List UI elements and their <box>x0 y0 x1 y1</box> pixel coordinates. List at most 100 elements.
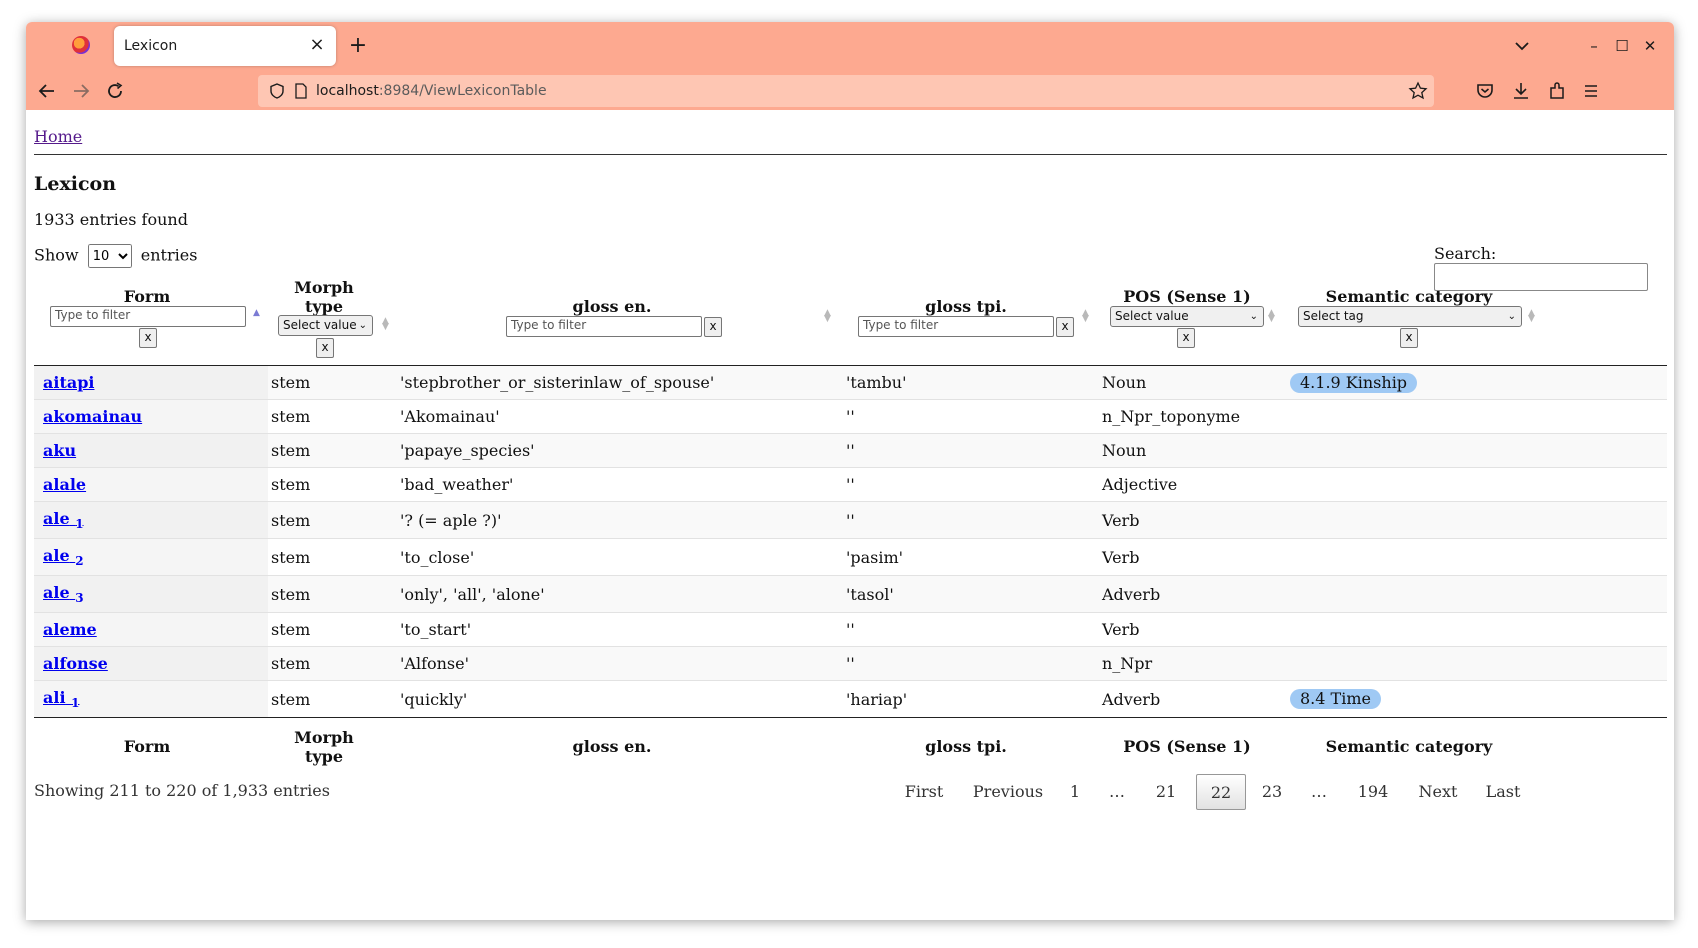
pos-sort-icon[interactable]: ▲ ▼ <box>1268 309 1275 324</box>
page-next-button[interactable]: Next <box>1410 774 1466 810</box>
tab-title: Lexicon <box>124 38 178 54</box>
form-link[interactable]: aleme <box>43 620 97 639</box>
footer-morph-type-line1: Morph <box>294 728 354 747</box>
tab-lexicon[interactable]: Lexicon × <box>114 26 336 66</box>
shield-icon[interactable] <box>268 82 286 100</box>
chevron-down-icon: ⌄ <box>1507 311 1516 322</box>
form-filter-input[interactable]: Type to filter <box>50 306 246 327</box>
form-link[interactable]: aku <box>43 441 76 460</box>
semantic-tag[interactable]: 4.1.9 Kinship <box>1290 372 1418 393</box>
form-text: ale <box>43 583 70 602</box>
cell-gloss-tpi: '' <box>846 475 855 494</box>
page-previous-button[interactable]: Previous <box>964 774 1052 810</box>
header-morph-type-line1: Morph <box>294 278 354 297</box>
new-tab-button[interactable]: + <box>344 32 372 60</box>
cell-gloss-en: '? (= aple ?)' <box>400 510 502 530</box>
form-text: ale <box>43 546 70 565</box>
pocket-icon[interactable] <box>1470 76 1500 106</box>
maximize-button[interactable]: ☐ <box>1610 34 1634 58</box>
page-1-button[interactable]: 1 <box>1060 774 1090 810</box>
page-last-button[interactable]: Last <box>1478 774 1528 810</box>
gloss-en-filter-input[interactable]: Type to filter <box>506 316 702 337</box>
header-gloss-en[interactable]: gloss en. <box>542 297 682 316</box>
page-first-button[interactable]: First <box>896 774 952 810</box>
list-all-tabs-icon[interactable] <box>1510 34 1534 58</box>
page-content: Home Lexicon 1933 entries found Show 10 … <box>26 110 1674 920</box>
gloss-tpi-filter-clear-button[interactable]: x <box>1056 317 1074 337</box>
cell-morph: stem <box>271 620 311 639</box>
semantic-category-filter-clear-button[interactable]: x <box>1400 328 1418 348</box>
cell-gloss-tpi: 'tasol' <box>846 584 894 604</box>
ellipsis: … <box>1311 782 1327 801</box>
semantic-category-sort-icon[interactable]: ▲ ▼ <box>1528 309 1535 324</box>
home-link[interactable]: Home <box>34 127 82 146</box>
form-text: aleme <box>43 620 97 639</box>
morph-type-sort-icon[interactable]: ▲ ▼ <box>382 317 389 332</box>
header-morph-type-line2: type <box>304 297 344 316</box>
downloads-icon[interactable] <box>1506 76 1536 106</box>
form-link[interactable]: ale 2 <box>43 546 84 568</box>
gloss-en-filter-clear-button[interactable]: x <box>704 317 722 337</box>
cell-form: ale 1 <box>34 502 268 538</box>
form-link[interactable]: aitapi <box>43 373 94 392</box>
table-header: Form Type to filter ▲ x Morph type Selec… <box>34 278 1667 366</box>
cell-morph: stem <box>271 441 311 460</box>
page-size-select[interactable]: 10 <box>87 244 132 268</box>
form-link[interactable]: alale <box>43 475 86 494</box>
close-tab-icon[interactable]: × <box>306 34 328 56</box>
pagination: First Previous 1 … 21 22 23 … 194 Next L… <box>26 774 1674 810</box>
page-21-button[interactable]: 21 <box>1146 774 1186 810</box>
bookmark-star-icon[interactable] <box>1408 81 1428 101</box>
cell-pos: n_Npr <box>1102 654 1153 673</box>
footer-form: Form <box>123 737 171 756</box>
cell-form: ale 3 <box>34 576 268 612</box>
semantic-category-select[interactable]: Select tag ⌄ <box>1298 306 1522 327</box>
cell-gloss-en: 'stepbrother_or_sisterinlaw_of_spouse' <box>400 373 715 392</box>
table-row: ale 2 stem 'to_close' 'pasim' Verb <box>34 539 1667 576</box>
form-link[interactable]: ale 3 <box>43 583 84 605</box>
cell-gloss-tpi: '' <box>846 407 855 426</box>
url-bar[interactable]: localhost:8984/ViewLexiconTable <box>258 75 1434 107</box>
header-form[interactable]: Form <box>82 287 212 306</box>
header-semantic-category[interactable]: Semantic category <box>1319 287 1499 306</box>
page-194-button[interactable]: 194 <box>1348 774 1398 810</box>
morph-type-filter-clear-button[interactable]: x <box>316 338 334 358</box>
cell-form: aleme <box>34 613 268 646</box>
morph-type-select[interactable]: Select value ⌄ <box>278 315 373 336</box>
form-link[interactable]: alfonse <box>43 654 108 673</box>
entries-label: entries <box>140 245 198 265</box>
pos-filter-clear-button[interactable]: x <box>1177 328 1195 348</box>
header-morph-type[interactable]: Morph type <box>274 278 374 316</box>
forward-arrow-icon[interactable] <box>66 76 96 106</box>
firefox-view-icon[interactable] <box>72 36 90 54</box>
close-window-button[interactable]: ✕ <box>1638 34 1662 58</box>
form-link[interactable]: akomainau <box>43 407 142 426</box>
page-info-icon[interactable] <box>292 82 310 100</box>
table-row: aku stem 'papaye_species' '' Noun <box>34 434 1667 468</box>
gloss-en-sort-icon[interactable]: ▲ ▼ <box>824 309 831 324</box>
table-row: alale stem 'bad_weather' '' Adjective <box>34 468 1667 502</box>
form-link[interactable]: ali 1 <box>43 688 79 710</box>
back-arrow-icon[interactable] <box>32 76 62 106</box>
header-pos[interactable]: POS (Sense 1) <box>1112 287 1262 306</box>
form-text: akomainau <box>43 407 143 426</box>
page-22-button[interactable]: 22 <box>1196 774 1246 810</box>
reload-icon[interactable] <box>100 76 130 106</box>
cell-pos: Verb <box>1102 510 1140 530</box>
minimize-button[interactable]: – <box>1582 34 1606 58</box>
menu-icon[interactable] <box>1576 76 1606 106</box>
form-sort-icon[interactable]: ▲ <box>253 309 260 318</box>
header-gloss-tpi[interactable]: gloss tpi. <box>896 297 1036 316</box>
url-text[interactable]: localhost:8984/ViewLexiconTable <box>316 83 547 99</box>
page-23-button[interactable]: 23 <box>1252 774 1292 810</box>
form-link[interactable]: ale 1 <box>43 509 84 531</box>
cell-pos: Verb <box>1102 620 1140 639</box>
pos-select[interactable]: Select value ⌄ <box>1110 306 1264 327</box>
gloss-tpi-filter-input[interactable]: Type to filter <box>858 316 1054 337</box>
semantic-tag[interactable]: 8.4 Time <box>1290 689 1381 709</box>
form-filter-clear-button[interactable]: x <box>139 328 157 348</box>
gloss-tpi-sort-icon[interactable]: ▲ ▼ <box>1082 309 1089 324</box>
cell-pos: Adjective <box>1102 475 1178 494</box>
extensions-icon[interactable] <box>1542 76 1572 106</box>
cell-gloss-en: 'papaye_species' <box>400 441 535 460</box>
